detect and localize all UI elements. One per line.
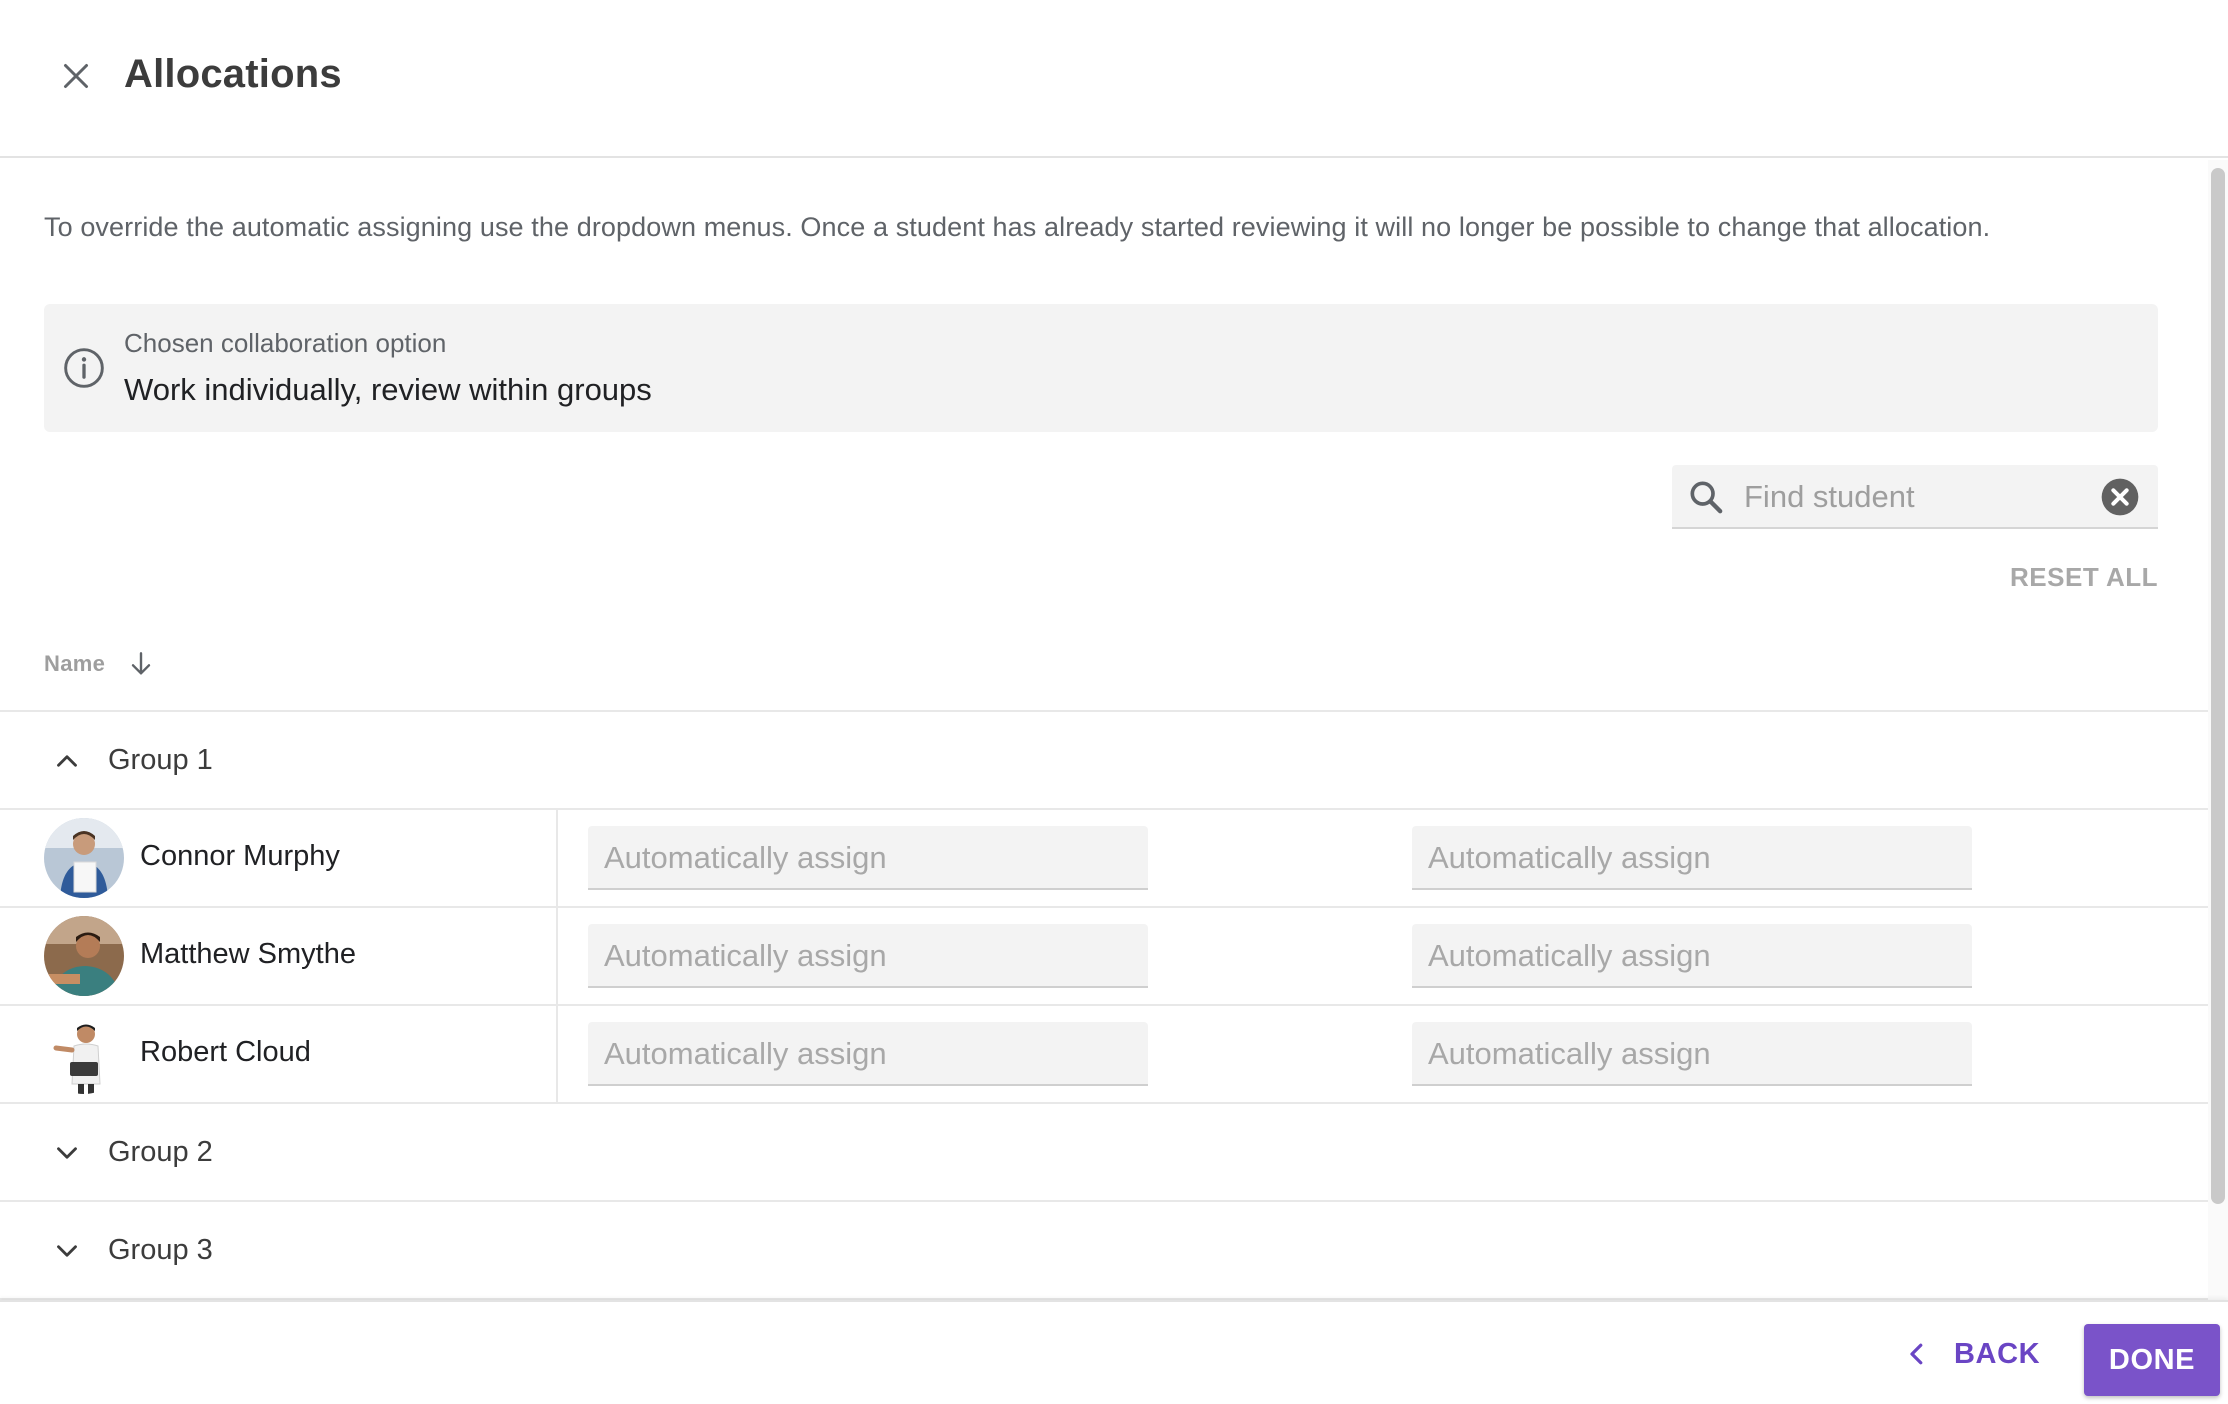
close-button[interactable] — [50, 50, 102, 102]
select-value: Automatically assign — [604, 840, 887, 875]
group-label: Group 3 — [108, 1234, 213, 1266]
chevron-down-icon — [57, 1147, 77, 1159]
select-value: Automatically assign — [604, 1036, 887, 1071]
reviewer-2-select[interactable]: Automatically assign — [1412, 1022, 1972, 1086]
back-label: BACK — [1954, 1337, 2041, 1370]
close-icon — [64, 64, 88, 88]
student-name: Connor Murphy — [140, 840, 340, 872]
group-row-1[interactable]: Group 1 — [0, 710, 2208, 808]
student-photo — [44, 1014, 124, 1094]
scrollbar-thumb[interactable] — [2211, 168, 2225, 1204]
dialog-footer: BACK DONE — [0, 1300, 2228, 1404]
select-value: Automatically assign — [1428, 840, 1711, 875]
content-area: To override the automatic assigning use … — [0, 160, 2208, 1300]
page-title: Allocations — [124, 52, 342, 96]
chevron-up-icon — [57, 755, 77, 767]
intro-text: To override the automatic assigning use … — [44, 212, 1991, 242]
table-row: Robert Cloud Automatically assign Automa… — [0, 1004, 2208, 1102]
arrow-down-icon — [131, 652, 151, 675]
info-value: Work individually, review within groups — [124, 372, 652, 407]
reviewer-1-select[interactable]: Automatically assign — [588, 826, 1148, 890]
student-photo — [44, 818, 124, 898]
select-value: Automatically assign — [604, 938, 887, 973]
reviewer-1-select[interactable]: Automatically assign — [588, 1022, 1148, 1086]
done-label: DONE — [2108, 1343, 2196, 1376]
avatar — [44, 916, 124, 996]
group-label: Group 2 — [108, 1136, 213, 1168]
student-photo — [44, 916, 124, 996]
avatar — [44, 1014, 124, 1094]
clear-search-icon[interactable] — [2100, 477, 2140, 517]
group-label: Group 1 — [108, 744, 213, 776]
chevron-down-icon — [57, 1245, 77, 1257]
sort-label: Name — [44, 651, 106, 676]
group-row-3[interactable]: Group 3 — [0, 1200, 2208, 1298]
reviewer-1-select[interactable]: Automatically assign — [588, 924, 1148, 988]
name-sort-header[interactable]: Name — [44, 648, 157, 680]
reviewer-2-select[interactable]: Automatically assign — [1412, 924, 1972, 988]
student-name: Robert Cloud — [140, 1036, 311, 1068]
avatar — [44, 818, 124, 898]
search-input[interactable] — [1744, 475, 2084, 519]
reviewer-2-select[interactable]: Automatically assign — [1412, 826, 1972, 890]
student-name: Matthew Smythe — [140, 938, 356, 970]
info-icon — [64, 348, 104, 388]
select-value: Automatically assign — [1428, 938, 1711, 973]
table-row: Connor Murphy Automatically assign Autom… — [0, 808, 2208, 906]
collaboration-info-box: Chosen collaboration option Work individ… — [44, 304, 2158, 432]
dialog-header: Allocations — [0, 0, 2228, 158]
student-name-cell: Connor Murphy — [0, 810, 558, 906]
group-row-2[interactable]: Group 2 — [0, 1102, 2208, 1200]
table-row: Matthew Smythe Automatically assign Auto… — [0, 906, 2208, 1004]
done-button[interactable]: DONE — [2084, 1324, 2220, 1396]
search-field[interactable] — [1672, 465, 2158, 529]
info-label: Chosen collaboration option — [124, 328, 447, 358]
chevron-left-icon — [1910, 1343, 1923, 1365]
reset-all-button[interactable]: RESET ALL — [2010, 562, 2158, 593]
search-icon — [1690, 481, 1723, 514]
student-name-cell: Robert Cloud — [0, 1006, 558, 1102]
back-button[interactable]: BACK — [1902, 1324, 2040, 1384]
select-value: Automatically assign — [1428, 1036, 1711, 1071]
student-name-cell: Matthew Smythe — [0, 908, 558, 1004]
